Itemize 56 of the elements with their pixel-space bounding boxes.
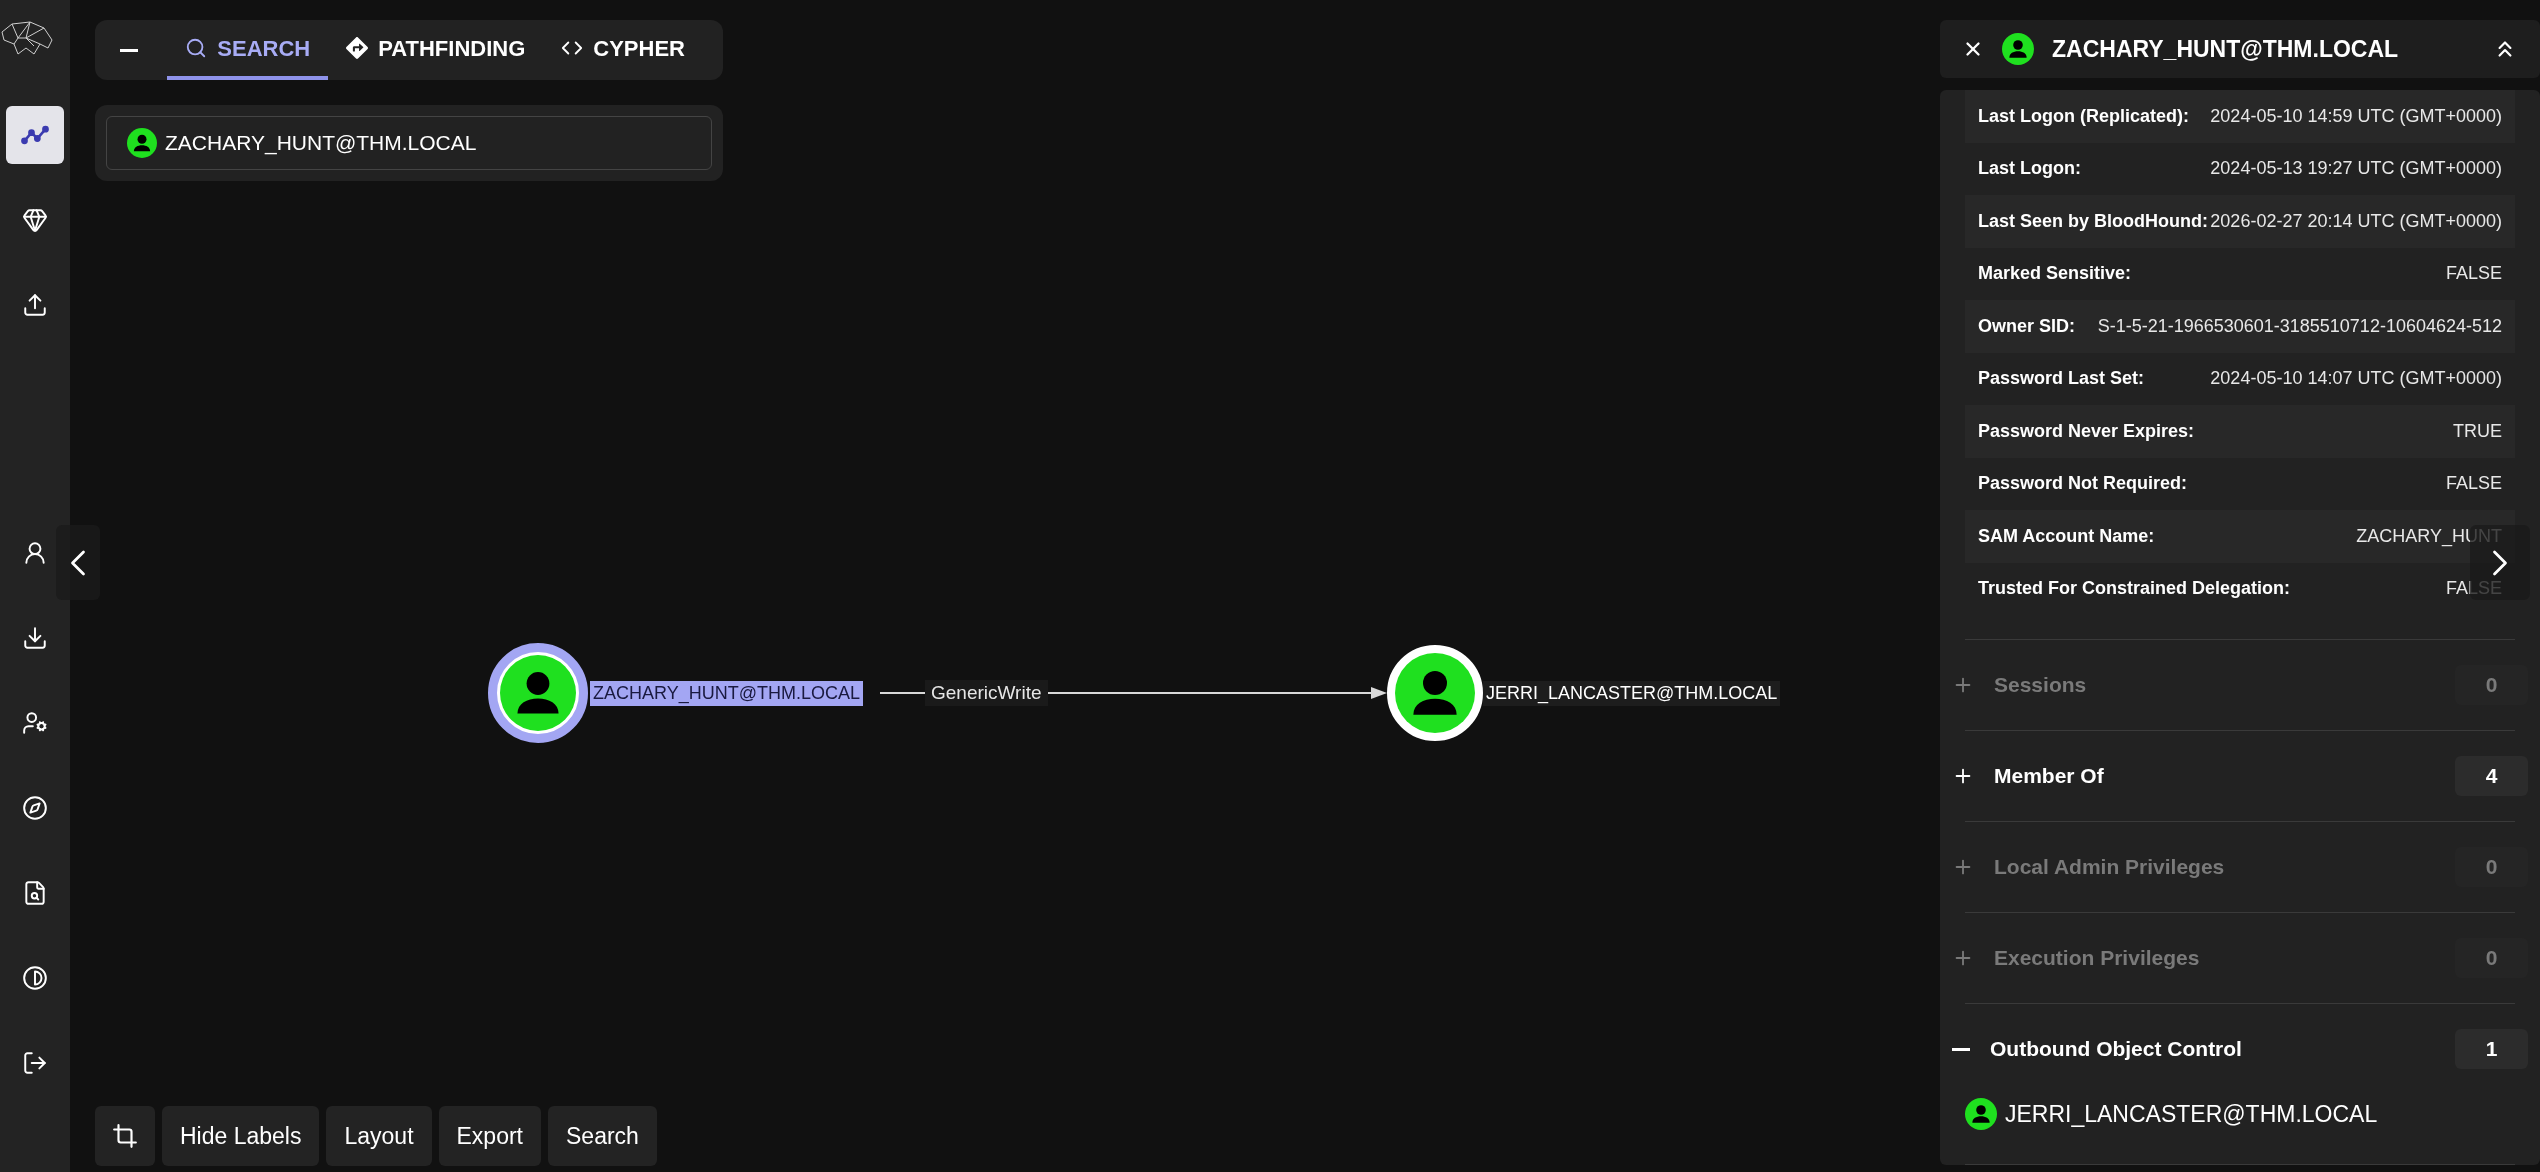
section-header[interactable]: Member Of 4 bbox=[1952, 731, 2528, 821]
search-tab[interactable]: CYPHER bbox=[543, 20, 703, 80]
search-field[interactable]: ZACHARY_HUNT@THM.LOCAL bbox=[106, 116, 712, 170]
count-badge: 1 bbox=[2455, 1029, 2528, 1069]
property-value: S-1-5-21-1966530601-3185510712-10604624-512 bbox=[2097, 314, 2502, 338]
person-icon bbox=[1395, 653, 1475, 733]
minus-icon bbox=[1952, 1047, 1970, 1051]
property-name: Last Logon: bbox=[1978, 157, 2081, 181]
property-value: FALSE bbox=[2445, 262, 2502, 286]
crop-icon bbox=[112, 1123, 138, 1149]
property-value: 2024-05-10 14:59 UTC (GMT+0000) bbox=[2210, 104, 2502, 128]
node-label: ZACHARY_HUNT@THM.LOCAL bbox=[590, 681, 863, 706]
property-value: 2024-05-10 14:07 UTC (GMT+0000) bbox=[2210, 367, 2502, 391]
person-icon bbox=[500, 655, 576, 731]
search-tab[interactable]: PATHFINDING bbox=[328, 20, 544, 80]
property-name: Password Never Expires: bbox=[1978, 419, 2195, 443]
property-value: FALSE bbox=[2445, 472, 2502, 496]
toolbar-button[interactable]: Search bbox=[548, 1106, 657, 1166]
user-icon bbox=[22, 540, 48, 566]
property-name: Marked Sensitive: bbox=[1978, 262, 2132, 286]
download-icon bbox=[22, 625, 48, 651]
logout-icon bbox=[22, 1050, 48, 1076]
file-search-icon bbox=[22, 880, 48, 906]
node-label: JERRI_LANCASTER@THM.LOCAL bbox=[1483, 681, 1781, 706]
compass-icon bbox=[22, 795, 48, 821]
property-value: TRUE bbox=[2453, 419, 2502, 443]
toolbar-button[interactable]: Hide Labels bbox=[162, 1106, 320, 1166]
property-name: Trusted For Constrained Delegation: bbox=[1978, 577, 2291, 601]
user-icon bbox=[1965, 1098, 1997, 1130]
property-name: SAM Account Name: bbox=[1978, 524, 2155, 548]
contrast-icon bbox=[22, 965, 48, 991]
toolbar-button[interactable]: Layout bbox=[326, 1106, 432, 1166]
upload-icon bbox=[22, 292, 48, 318]
edge-label: GenericWrite bbox=[925, 680, 1048, 706]
details-title: ZACHARY_HUNT@THM.LOCAL bbox=[2052, 34, 2400, 64]
crop-button[interactable] bbox=[95, 1106, 155, 1166]
previous-button[interactable] bbox=[56, 525, 100, 600]
count-badge: 4 bbox=[2455, 756, 2528, 796]
toolbar-button[interactable]: Export bbox=[438, 1106, 541, 1166]
property-name: Last Seen by BloodHound: bbox=[1978, 209, 2208, 233]
search-tab[interactable]: SEARCH bbox=[167, 20, 329, 80]
property-name: Password Not Required: bbox=[1978, 472, 2188, 496]
user-icon bbox=[2002, 33, 2034, 65]
gem-icon bbox=[22, 207, 48, 233]
property-name: Last Logon (Replicated): bbox=[1978, 104, 2189, 128]
minus-icon bbox=[120, 48, 139, 52]
property-name: Password Last Set: bbox=[1978, 367, 2145, 391]
sidebar-item[interactable] bbox=[6, 106, 64, 164]
property-name: Owner SID: bbox=[1978, 314, 2075, 338]
logo-icon bbox=[0, 18, 54, 58]
property-value: 2024-05-13 19:27 UTC (GMT+0000) bbox=[2210, 157, 2502, 181]
user-settings-icon bbox=[22, 710, 48, 736]
property-value: 2026-02-27 20:14 UTC (GMT+0000) bbox=[2210, 209, 2502, 233]
diamond-arrow-icon bbox=[346, 37, 369, 59]
user-icon bbox=[127, 128, 157, 158]
search-icon bbox=[185, 37, 208, 59]
